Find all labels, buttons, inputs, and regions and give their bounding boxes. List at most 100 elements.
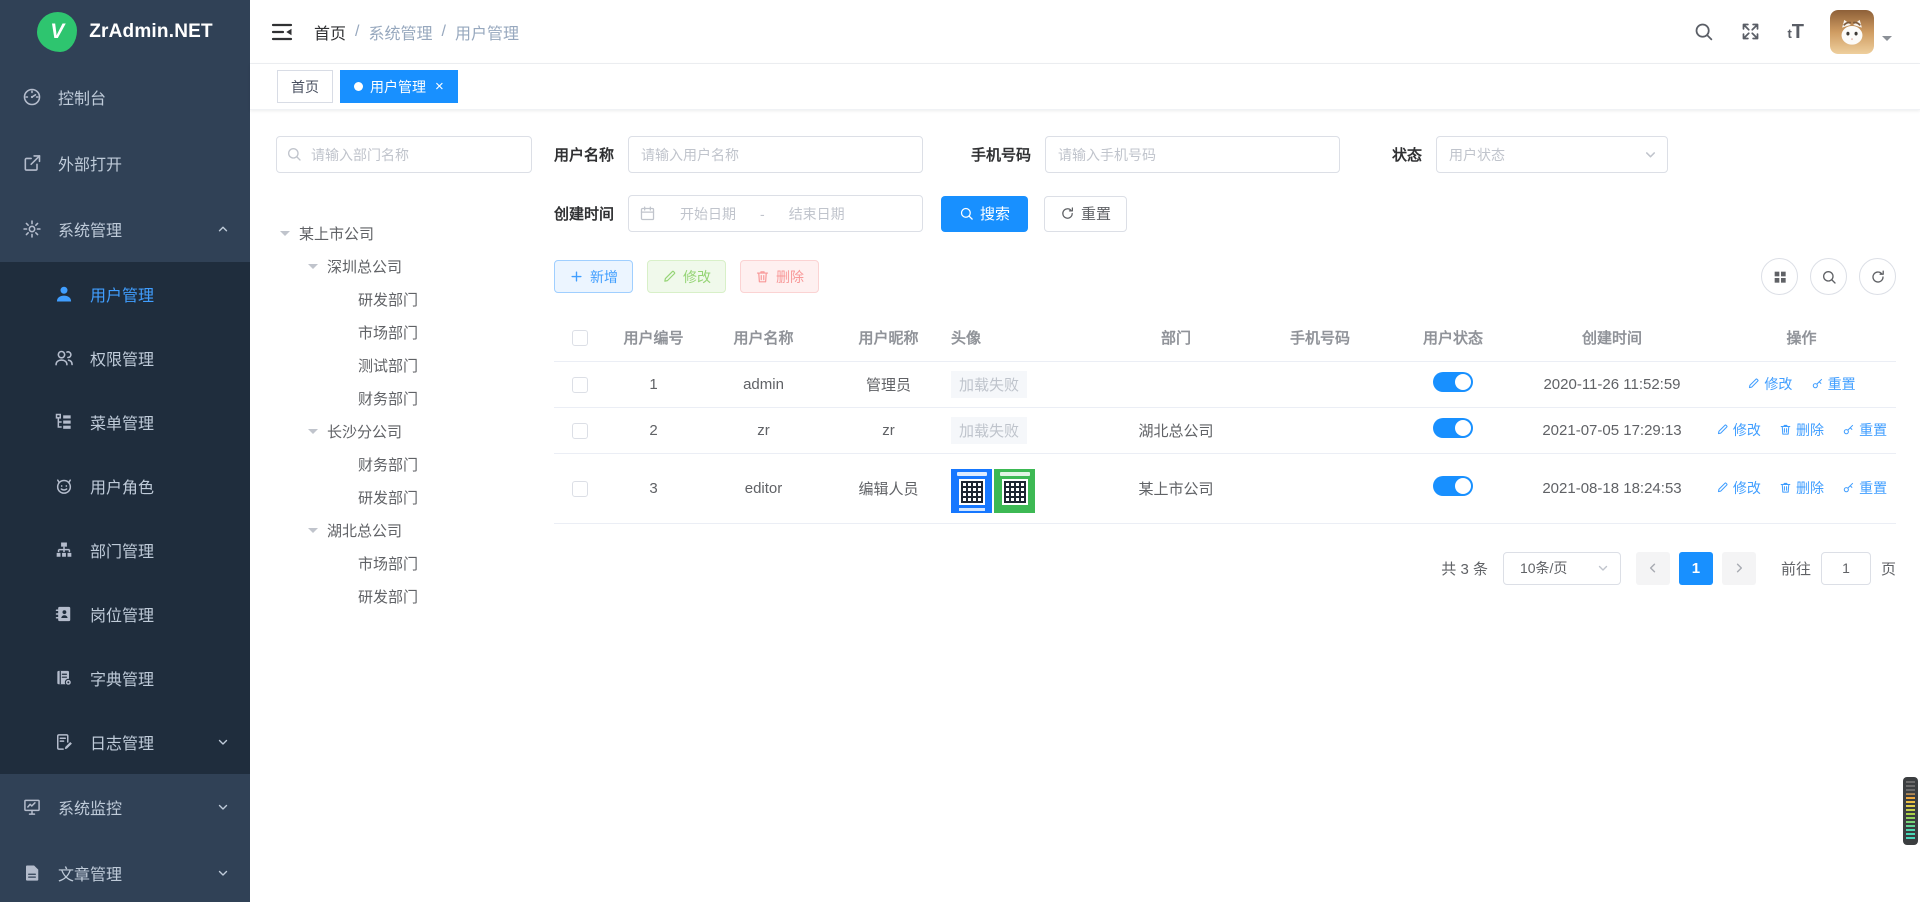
pencil-icon [1747, 377, 1760, 390]
caret-down-icon[interactable] [280, 231, 290, 241]
created-time-label: 创建时间 [554, 203, 614, 224]
app-logo[interactable]: V ZrAdmin.NET [0, 0, 250, 64]
row-edit-link[interactable]: 修改 [1716, 478, 1761, 498]
date-end-input[interactable] [773, 206, 861, 222]
add-button[interactable]: 新增 [554, 260, 633, 293]
department-search-input[interactable] [276, 136, 532, 173]
chevron-right-icon [1732, 561, 1746, 575]
table-row: 3 editor 编辑人员 某上市公司 [554, 453, 1896, 523]
row-delete-link[interactable]: 删除 [1779, 420, 1824, 440]
tree-node[interactable]: 研发部门 [276, 481, 532, 514]
tree-node[interactable]: 市场部门 [276, 316, 532, 349]
row-edit-link[interactable]: 修改 [1747, 374, 1792, 394]
page-size-select[interactable]: 10条/页 [1503, 552, 1621, 585]
sidebar-item-label: 字典管理 [90, 666, 154, 690]
sidebar-item-system-management[interactable]: 系统管理 [0, 196, 250, 262]
tree-node[interactable]: 研发部门 [276, 283, 532, 316]
row-delete-link[interactable]: 删除 [1779, 478, 1824, 498]
breadcrumb-home[interactable]: 首页 [314, 20, 346, 44]
sidebar-item-label: 用户角色 [90, 474, 154, 498]
phone-label: 手机号码 [971, 144, 1031, 165]
sidebar-item-system-monitor[interactable]: 系统监控 [0, 774, 250, 840]
sidebar-item-article-management[interactable]: 文章管理 [0, 840, 250, 902]
reset-button[interactable]: 重置 [1044, 196, 1127, 232]
filter-row-1: 用户名称 手机号码 状态 [554, 136, 1896, 173]
sidebar-item-user-role[interactable]: 用户角色 [0, 454, 250, 518]
search-icon[interactable] [1693, 21, 1714, 42]
pencil-icon [1716, 481, 1729, 494]
chevron-left-icon [1646, 561, 1660, 575]
date-range-picker[interactable]: - [628, 195, 923, 232]
robot-icon [54, 476, 74, 496]
tree-node[interactable]: 湖北总公司 [276, 514, 532, 547]
show-search-button[interactable] [1810, 258, 1847, 295]
external-link-icon [22, 153, 42, 173]
columns-toggle-button[interactable] [1761, 258, 1798, 295]
breadcrumb-system[interactable]: 系统管理 [368, 20, 432, 44]
caret-down-icon[interactable] [308, 429, 318, 439]
sidebar-item-label: 控制台 [58, 85, 106, 109]
tree-node[interactable]: 财务部门 [276, 448, 532, 481]
table-settings [1761, 258, 1896, 295]
sidebar-item-dashboard[interactable]: 控制台 [0, 64, 250, 130]
sidebar-item-menu-management[interactable]: 菜单管理 [0, 390, 250, 454]
row-checkbox[interactable] [572, 377, 588, 393]
page-buttons: 1 [1636, 552, 1756, 585]
tree-node[interactable]: 长沙分公司 [276, 415, 532, 448]
row-reset-password-link[interactable]: 重置 [1842, 420, 1887, 440]
fullscreen-icon[interactable] [1740, 21, 1761, 42]
sidebar-item-permission-management[interactable]: 权限管理 [0, 326, 250, 390]
row-reset-password-link[interactable]: 重置 [1842, 478, 1887, 498]
department-panel: 某上市公司 深圳总公司 研发部门 市场部门 测试部门 财务部门 长沙分公司 财务… [276, 136, 532, 902]
plus-icon [569, 269, 584, 284]
phone-input[interactable] [1045, 136, 1340, 173]
row-checkbox[interactable] [572, 481, 588, 497]
tab-home[interactable]: 首页 [277, 70, 333, 103]
status-toggle[interactable] [1433, 372, 1473, 392]
next-page-button[interactable] [1722, 552, 1756, 585]
date-start-input[interactable] [664, 206, 752, 222]
user-list-panel: 用户名称 手机号码 状态 创建时间 - [554, 136, 1896, 902]
delete-button[interactable]: 删除 [740, 260, 819, 293]
search-button[interactable]: 搜索 [941, 196, 1028, 232]
sidebar-item-log-management[interactable]: 日志管理 [0, 710, 250, 774]
tree-node[interactable]: 财务部门 [276, 382, 532, 415]
tab-user-management[interactable]: 用户管理 × [340, 70, 458, 103]
status-select[interactable] [1436, 136, 1668, 173]
row-edit-link[interactable]: 修改 [1716, 420, 1761, 440]
status-toggle[interactable] [1433, 476, 1473, 496]
status-toggle[interactable] [1433, 418, 1473, 438]
sidebar-item-label: 系统监控 [58, 795, 122, 819]
status-select-input[interactable] [1436, 136, 1668, 173]
scroll-indicator-widget[interactable] [1903, 777, 1918, 845]
sidebar-item-external-open[interactable]: 外部打开 [0, 130, 250, 196]
row-checkbox[interactable] [572, 423, 588, 439]
tree-node[interactable]: 深圳总公司 [276, 250, 532, 283]
sidebar-item-post-management[interactable]: 岗位管理 [0, 582, 250, 646]
select-all-checkbox[interactable] [572, 330, 588, 346]
close-tab-icon[interactable]: × [435, 79, 444, 94]
font-size-icon[interactable]: tT [1787, 22, 1804, 42]
row-reset-password-link[interactable]: 重置 [1811, 374, 1856, 394]
app-window: V ZrAdmin.NET 控制台 外部打开 系统管理 用户管理 权限管理 [0, 0, 1920, 902]
username-input[interactable] [628, 136, 923, 173]
user-menu[interactable] [1830, 10, 1892, 54]
tree-node[interactable]: 研发部门 [276, 580, 532, 613]
caret-down-icon[interactable] [308, 528, 318, 538]
user-avatar[interactable] [1830, 10, 1874, 54]
refresh-table-button[interactable] [1859, 258, 1896, 295]
sidebar-item-dict-management[interactable]: 字典管理 [0, 646, 250, 710]
tree-node[interactable]: 某上市公司 [276, 217, 532, 250]
current-page-button[interactable]: 1 [1679, 552, 1713, 585]
caret-down-icon[interactable] [308, 264, 318, 274]
department-search [276, 136, 532, 173]
prev-page-button[interactable] [1636, 552, 1670, 585]
collapse-sidebar-icon[interactable] [270, 20, 294, 44]
tree-node[interactable]: 市场部门 [276, 547, 532, 580]
tree-node[interactable]: 测试部门 [276, 349, 532, 382]
goto-page-input[interactable] [1821, 552, 1871, 585]
trash-icon [755, 269, 770, 284]
sidebar-item-user-management[interactable]: 用户管理 [0, 262, 250, 326]
sidebar-item-department-management[interactable]: 部门管理 [0, 518, 250, 582]
edit-button[interactable]: 修改 [647, 260, 726, 293]
